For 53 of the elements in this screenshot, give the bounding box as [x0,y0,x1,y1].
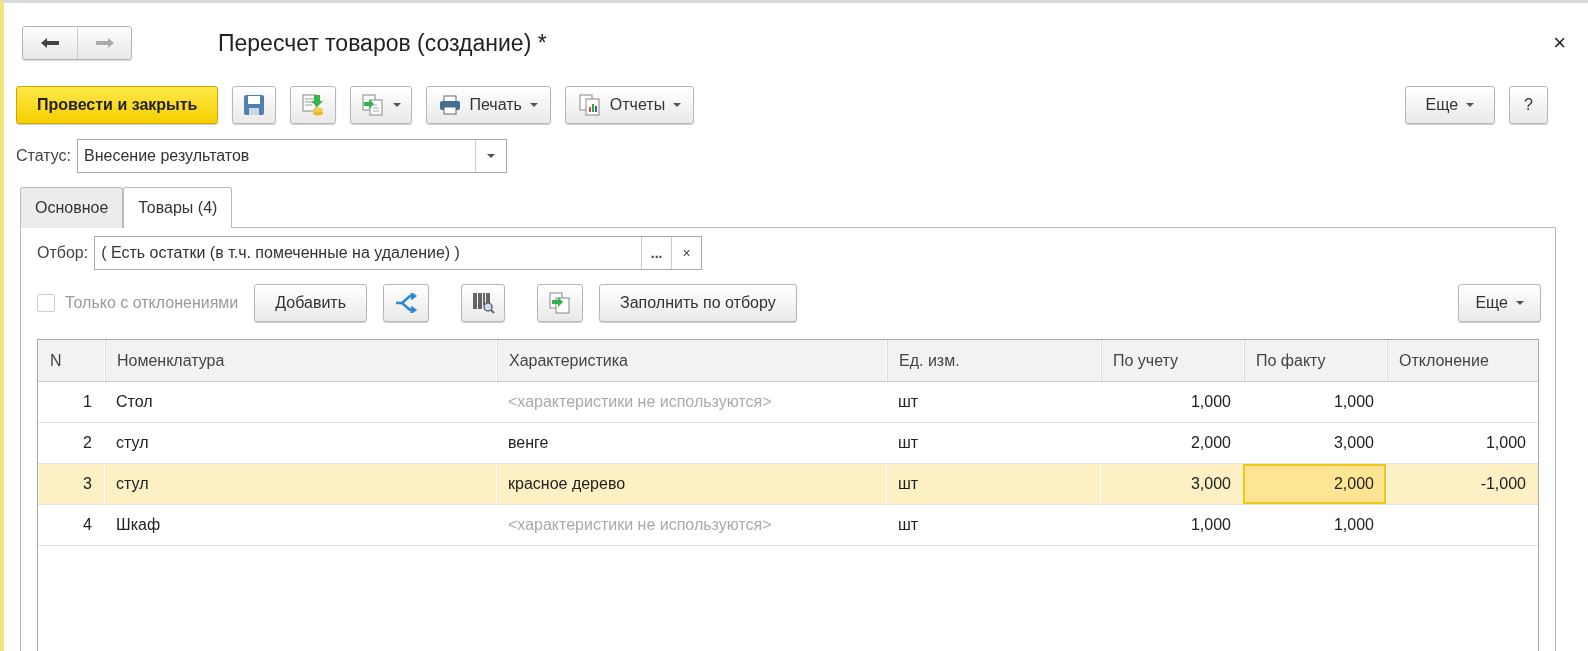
caret-icon [1516,301,1524,305]
reports-button[interactable]: Отчеты [564,86,695,124]
caret-icon [673,103,682,107]
more-button[interactable]: Еще [1458,284,1541,322]
table-cell: 3 [38,464,104,505]
column-header[interactable]: Характеристика [496,340,886,382]
create-based-on-button[interactable] [350,86,413,124]
filter-label: Отбор: [37,244,89,262]
more-button[interactable]: Еще [1404,86,1496,124]
fill-button[interactable] [537,284,583,322]
table-cell: 3,000 [1100,464,1243,505]
table-cell: стул [104,464,496,505]
column-header[interactable]: Отклонение [1386,340,1538,382]
barcode-search-icon [471,291,495,315]
caret-icon [393,103,402,107]
save-icon [243,94,266,116]
print-button[interactable]: Печать [426,86,551,124]
column-header[interactable]: По учету [1100,340,1243,382]
fill-by-filter-button[interactable]: Заполнить по отбору [599,284,797,322]
column-header[interactable]: Ед. изм. [886,340,1100,382]
table-cell: шт [886,464,1100,505]
document-arrow-coins-icon [301,93,326,117]
status-label: Статус: [16,147,72,165]
report-chart-icon [577,94,602,116]
tab[interactable]: Основное [20,187,124,228]
column-header[interactable]: N [38,340,104,382]
document-fill-icon [548,292,572,314]
caret-icon [1466,103,1475,107]
barcode-button[interactable] [461,284,505,322]
column-header[interactable]: По факту [1243,340,1386,382]
status-select[interactable]: Внесение результатов [77,139,508,173]
table-cell: 2,000 [1243,464,1386,505]
help-button[interactable]: ? [1509,86,1548,124]
add-button[interactable]: Добавить [254,284,367,322]
caret-icon [487,154,496,158]
save-button[interactable] [232,86,277,124]
post-and-close-button[interactable]: Провести и закрыть [16,86,219,124]
printer-icon [439,95,462,115]
window-title: Пересчет товаров (создание) * [218,29,548,57]
close-button[interactable]: × [1547,30,1572,56]
split-button[interactable] [383,284,429,322]
back-arrow-icon [40,37,60,49]
split-arrows-icon [394,293,418,313]
forward-arrow-icon [94,37,115,49]
table-cell: красное дерево [496,464,886,505]
table-cell: -1,000 [1386,464,1538,505]
filter-field[interactable]: ( Есть остатки (в т.ч. помеченные на удаление) ) ... × [94,236,703,270]
documents-arrow-icon [361,94,386,116]
checkbox-label: Только с отклонениями [65,294,239,312]
tab[interactable]: Товары (4) [123,187,233,228]
caret-icon [529,103,538,107]
column-header[interactable]: Номенклатура [104,340,496,382]
post-button[interactable] [290,86,337,124]
